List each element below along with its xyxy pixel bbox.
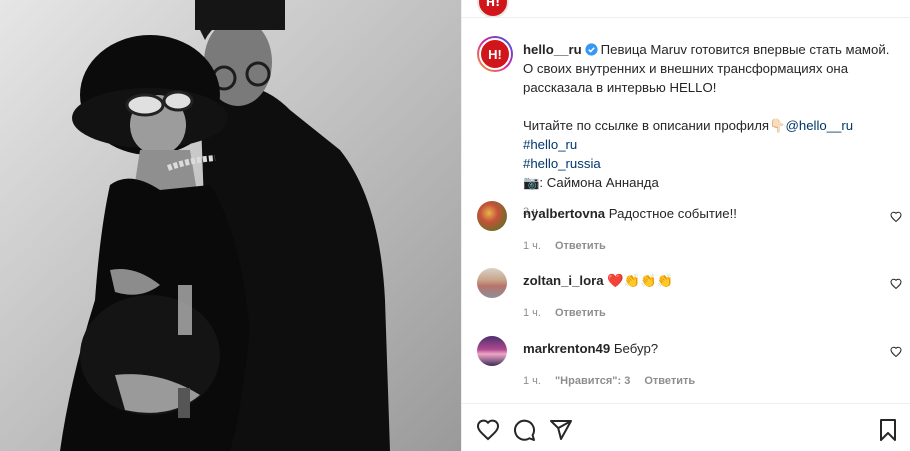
hello-logo: H! xyxy=(479,38,511,70)
photo-credit: 📷: Саймона Аннанда xyxy=(523,175,659,190)
caption-text: hello__ru Певица Maruv готовится впервые … xyxy=(523,36,902,192)
comment-text: Бебур? xyxy=(613,341,659,356)
caption-mention-link[interactable]: @hello__ru xyxy=(785,118,853,133)
comment-like-heart-icon[interactable] xyxy=(890,346,902,358)
comment-username[interactable]: zoltan_i_lora xyxy=(523,273,604,288)
action-bar xyxy=(462,403,910,451)
post-username[interactable]: hello__ru xyxy=(523,42,582,57)
heart-icon[interactable] xyxy=(476,418,500,442)
post-details-panel: H! H! hello__ru Певица Maruv готовится вп… xyxy=(461,0,910,451)
header-divider xyxy=(462,17,910,18)
comment-text-row: markrenton49 Бебур? xyxy=(523,336,902,358)
reply-button[interactable]: Ответить xyxy=(555,307,606,319)
commenter-avatar[interactable] xyxy=(477,268,507,298)
commenter-avatar[interactable] xyxy=(477,336,507,366)
post-photo[interactable] xyxy=(0,0,461,451)
bookmark-icon[interactable] xyxy=(876,418,900,442)
comment-text: ❤️👏👏👏 xyxy=(607,273,673,288)
comment-icon[interactable] xyxy=(512,418,536,442)
photo-illustration xyxy=(0,0,461,451)
comment-meta: 1 ч. "Нравится": 3 Ответить xyxy=(523,375,902,387)
reply-button[interactable]: Ответить xyxy=(644,375,695,387)
reply-button[interactable]: Ответить xyxy=(555,240,606,252)
comment-meta: 1 ч. Ответить xyxy=(523,240,902,252)
comment-username[interactable]: nyalbertovna xyxy=(523,206,605,221)
share-icon[interactable] xyxy=(549,418,573,442)
logo-text: H! xyxy=(488,46,502,62)
post-caption: H! hello__ru Певица Maruv готовится вперв… xyxy=(477,36,902,218)
comment-like-heart-icon[interactable] xyxy=(890,211,902,223)
comment-username[interactable]: markrenton49 xyxy=(523,341,610,356)
comment-text: Радостное событие!! xyxy=(608,206,737,221)
caption-line2: Читайте по ссылке в описании профиля👇🏻 xyxy=(523,118,786,133)
comment-text-row: zoltan_i_lora ❤️👏👏👏 xyxy=(523,268,902,290)
comment-time: 1 ч. xyxy=(523,375,541,387)
likes-count[interactable]: "Нравится": 3 xyxy=(555,375,630,387)
post-author-avatar[interactable]: H! xyxy=(477,36,513,72)
comment-time: 1 ч. xyxy=(523,240,541,252)
header-avatar[interactable]: H! xyxy=(477,0,509,18)
verified-icon xyxy=(585,43,598,56)
comment-like-heart-icon[interactable] xyxy=(890,278,902,290)
comment-text-row: nyalbertovna Радостное событие!! xyxy=(523,201,902,223)
comment-meta: 1 ч. Ответить xyxy=(523,307,902,319)
comment-item: markrenton49 Бебур? 1 ч. "Нравится": 3 Отв… xyxy=(477,336,902,387)
comment-item: zoltan_i_lora ❤️👏👏👏 1 ч. Ответить xyxy=(477,268,902,319)
commenter-avatar[interactable] xyxy=(477,201,507,231)
hashtag-link[interactable]: #hello_russia xyxy=(523,156,601,171)
logo-text: H! xyxy=(485,0,501,9)
comment-item: nyalbertovna Радостное событие!! 1 ч. Отв… xyxy=(477,201,902,252)
hashtag-link[interactable]: #hello_ru xyxy=(523,137,577,152)
comment-time: 1 ч. xyxy=(523,307,541,319)
